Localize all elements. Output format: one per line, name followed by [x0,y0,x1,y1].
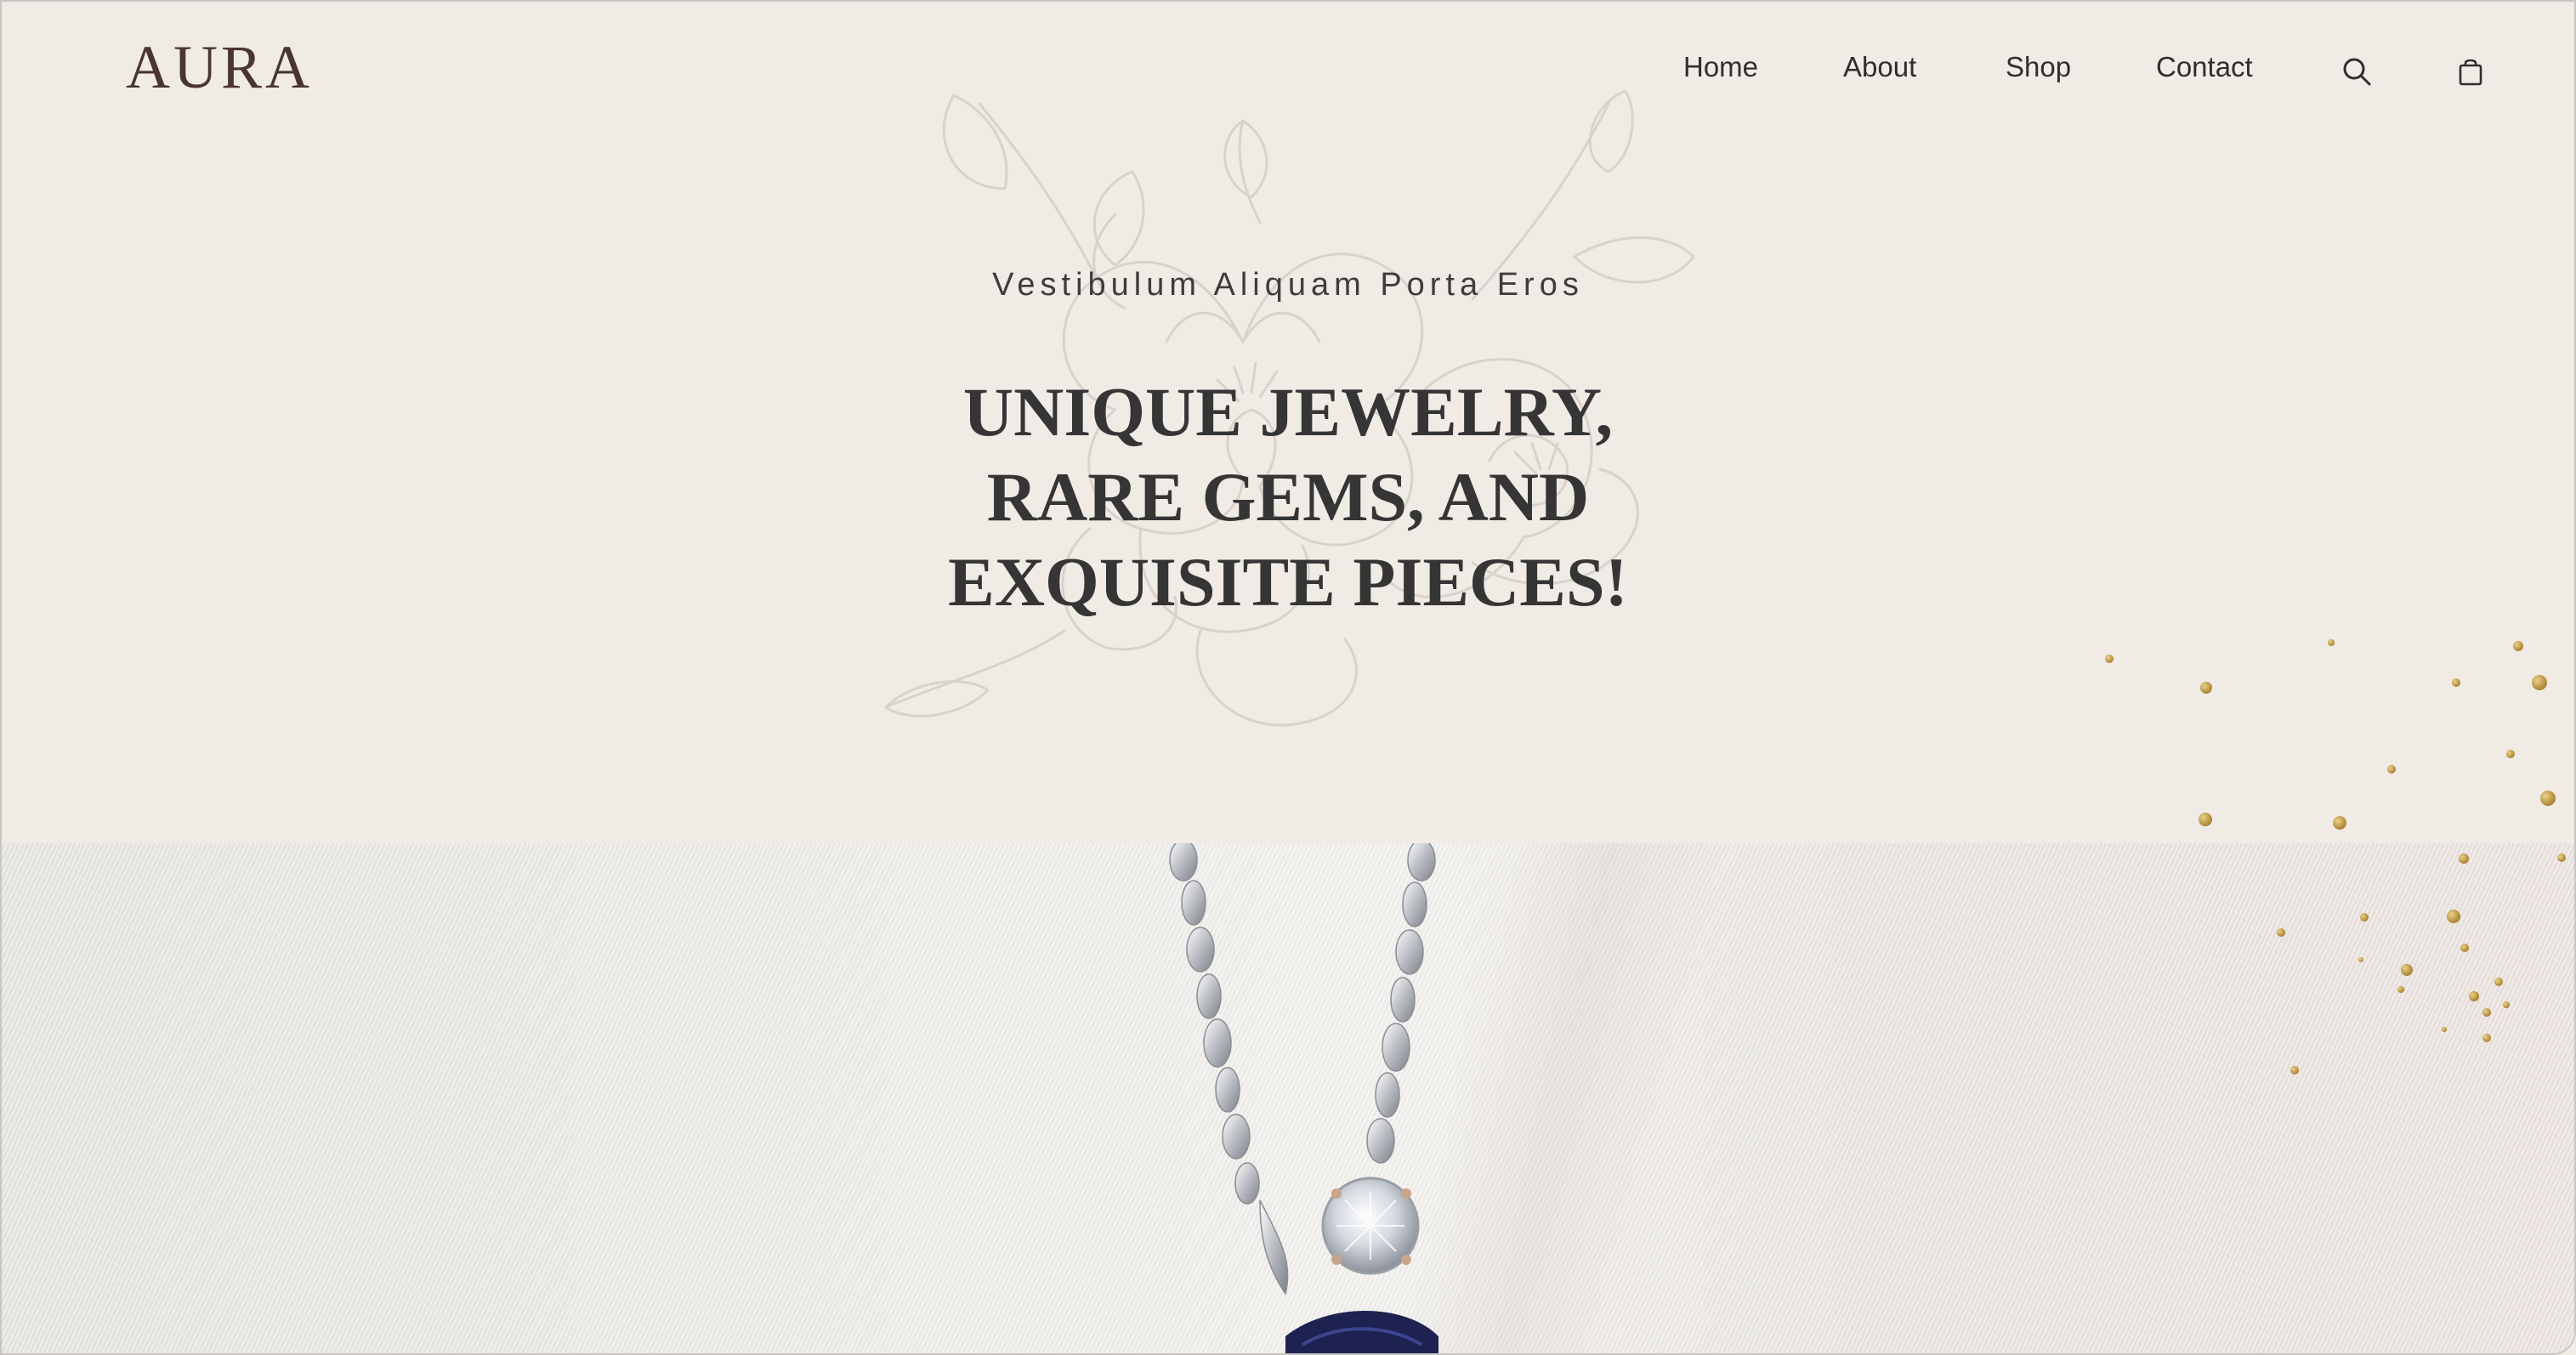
brand-logo[interactable]: AURA [126,32,313,103]
gold-speckle [2277,928,2285,937]
gold-speckle [2459,853,2469,864]
gold-speckle [2397,986,2404,993]
gold-speckle [2358,957,2363,962]
gold-speckle [2105,655,2114,663]
gold-speckle [2442,1027,2447,1032]
gold-speckle [2333,816,2346,830]
gold-speckle [2199,813,2212,826]
gold-speckle [2513,641,2523,651]
headline-line-3: EXQUISITE PIECES! [948,542,1628,621]
gold-speckle [2452,678,2460,687]
gold-speckle [2447,910,2460,923]
gold-speckle [2482,1034,2491,1042]
hero-headline: UNIQUE JEWELRY, RARE GEMS, AND EXQUISITE… [2,370,2574,625]
nav-home-link[interactable]: Home [1683,51,1758,83]
headline-line-1: UNIQUE JEWELRY, [962,372,1614,451]
gold-speckle [2200,682,2212,694]
nav-about-link[interactable]: About [1843,51,1916,83]
site-header: AURA Home About Shop Contact [2,2,2574,138]
gold-speckle [2460,944,2469,952]
gold-speckle [2482,1008,2491,1017]
browser-viewport: Vestibulum Aliquam Porta Eros UNIQUE JEW… [0,0,2576,1355]
gold-speckle [2540,791,2556,806]
shopping-bag-icon[interactable] [2454,54,2488,88]
gold-speckle [2290,1066,2299,1074]
nav-contact-link[interactable]: Contact [2156,51,2253,83]
gold-speckle [2494,978,2503,986]
headline-line-2: RARE GEMS, AND [986,457,1590,536]
hero-eyebrow: Vestibulum Aliquam Porta Eros [992,267,1584,303]
gold-speckle [2532,675,2547,690]
search-icon[interactable] [2340,54,2374,88]
gold-speckle [2506,750,2515,758]
gold-speckle [2387,765,2396,774]
gold-speckle [2401,964,2413,976]
gold-speckle [2328,639,2335,646]
gold-speckle [2469,991,2479,1001]
nav-shop-link[interactable]: Shop [2006,51,2071,83]
gold-speckle [2557,853,2566,862]
gold-speckle [2360,913,2369,921]
necklace-image [1169,843,1438,1353]
gold-speckle [2503,1001,2510,1008]
